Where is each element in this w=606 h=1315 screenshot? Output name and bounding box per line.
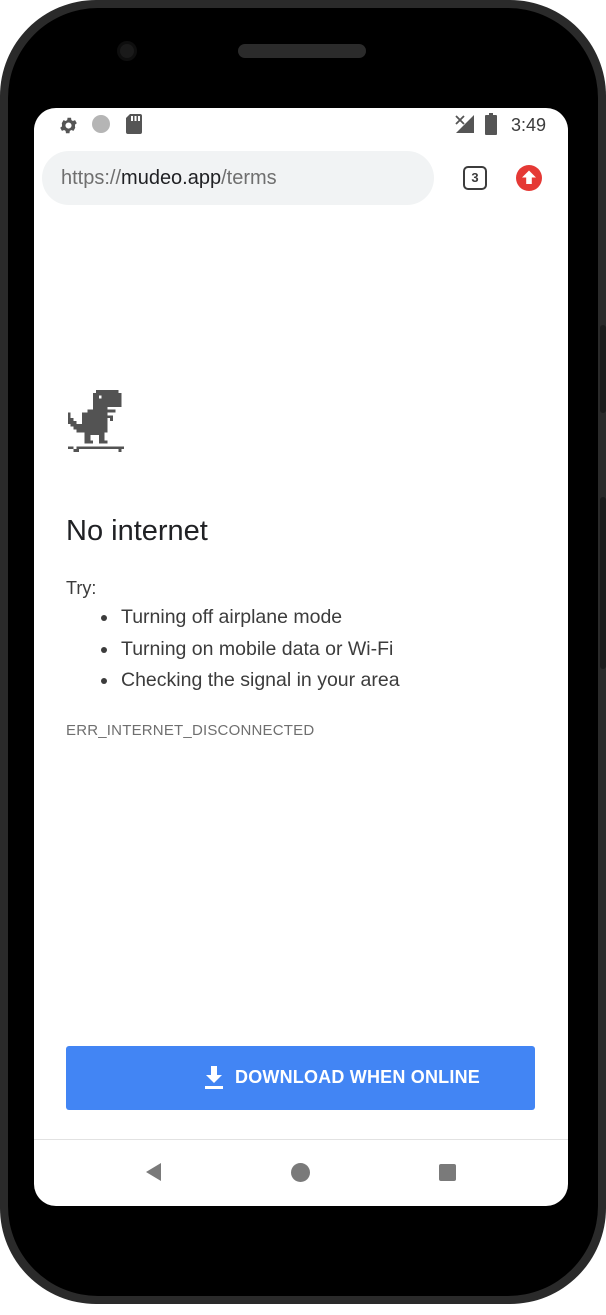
status-time: 3:49 (510, 115, 546, 135)
nav-divider (34, 1139, 568, 1140)
update-button[interactable] (516, 165, 542, 191)
volume-button (600, 325, 606, 413)
no-signal-icon (455, 114, 475, 139)
download-button-label: DOWNLOAD WHEN ONLINE (235, 1067, 480, 1087)
url-domain: mudeo.app (121, 167, 222, 189)
url-path: /terms (221, 167, 277, 189)
try-label: Try: (66, 578, 97, 598)
power-button (600, 497, 606, 669)
phone-frame: 3:49 https://mudeo.app/terms 3 No intern… (0, 0, 606, 1304)
battery-icon (485, 113, 497, 140)
dino-icon[interactable] (66, 390, 126, 457)
download-icon (203, 1066, 225, 1095)
url-text: https://mudeo.app/terms (61, 167, 277, 190)
url-scheme: https:// (61, 167, 122, 189)
suggestion-list: Turning off airplane mode Turning on mob… (66, 604, 400, 699)
tab-switcher-button[interactable]: 3 (463, 166, 487, 190)
arrow-up-icon (522, 170, 536, 184)
error-heading: No internet (66, 515, 208, 547)
sd-card-icon (125, 113, 143, 140)
list-item: Turning on mobile data or Wi-Fi (66, 636, 400, 668)
front-camera (117, 41, 137, 61)
list-item: Turning off airplane mode (66, 604, 400, 636)
error-code: ERR_INTERNET_DISCONNECTED (66, 722, 315, 739)
list-item: Checking the signal in your area (66, 667, 400, 699)
address-bar[interactable]: https://mudeo.app/terms (42, 151, 434, 205)
circle-icon (91, 114, 111, 139)
status-bar: 3:49 (34, 108, 568, 142)
download-when-online-button[interactable]: DOWNLOAD WHEN ONLINE (66, 1046, 535, 1110)
back-triangle-icon[interactable] (144, 1162, 162, 1187)
recents-square-icon[interactable] (439, 1164, 456, 1181)
gear-icon (58, 115, 79, 141)
screen: 3:49 https://mudeo.app/terms 3 No intern… (34, 108, 568, 1206)
earpiece-speaker (238, 44, 366, 58)
home-circle-icon[interactable] (291, 1163, 310, 1182)
